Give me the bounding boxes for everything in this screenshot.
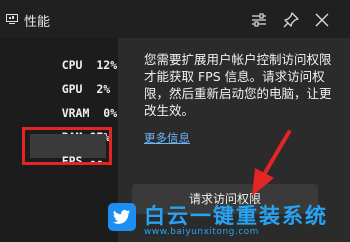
- close-icon: [315, 13, 329, 27]
- settings-button[interactable]: [247, 8, 271, 32]
- pin-icon: [283, 12, 299, 28]
- close-button[interactable]: [310, 8, 334, 32]
- watermark-url: www.baiyunxitong.com: [144, 227, 259, 237]
- twitter-bird-icon: [108, 203, 136, 231]
- watermark-text: 白云一键重装系统: [144, 204, 328, 228]
- pin-button[interactable]: [279, 8, 303, 32]
- watermark: 白云一键重装系统 www.baiyunxitong.com: [108, 200, 350, 242]
- performance-widget: 性能 CPU 12% GPU 2% VRAM 0% FPS -- 您需要扩展用户…: [0, 0, 350, 242]
- fps-highlight-box: [22, 127, 112, 165]
- window-title: 性能: [24, 15, 51, 30]
- title-bar: 性能: [0, 0, 350, 39]
- settings-sliders-icon: [252, 13, 266, 27]
- more-info-link[interactable]: 更多信息: [144, 130, 190, 146]
- monitor-icon: [6, 14, 18, 24]
- access-message: 您需要扩展用户帐户控制访问权限才能获取 FPS 信息。请求访问权限，然后重新启动…: [144, 52, 332, 118]
